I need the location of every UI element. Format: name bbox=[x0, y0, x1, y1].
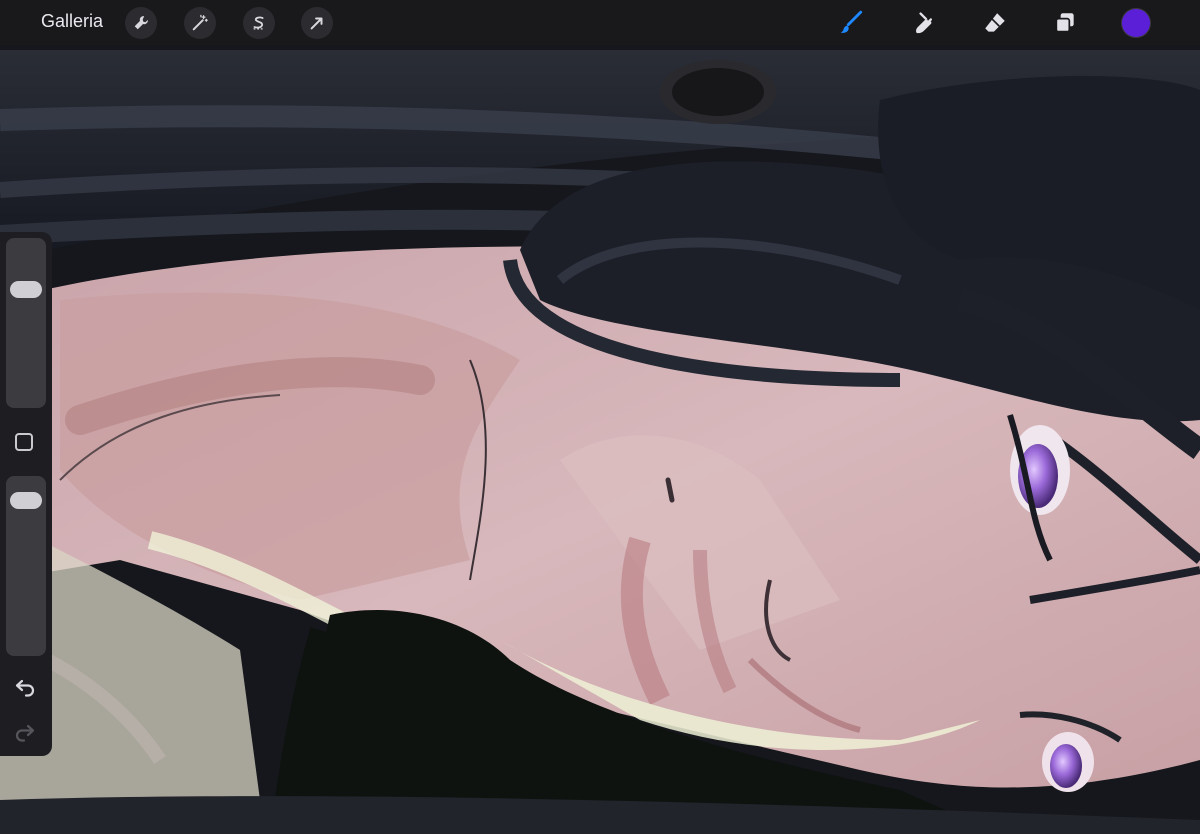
top-toolbar: Galleria bbox=[0, 0, 1200, 45]
selection-s-icon[interactable] bbox=[243, 7, 275, 39]
brush-size-knob[interactable] bbox=[10, 281, 42, 298]
gallery-button[interactable]: Galleria bbox=[41, 11, 103, 32]
drawing-canvas[interactable] bbox=[0, 45, 1200, 834]
smudge-finger-icon[interactable] bbox=[908, 8, 938, 38]
undo-icon[interactable] bbox=[12, 673, 38, 699]
magic-wand-icon[interactable] bbox=[184, 7, 216, 39]
current-color-swatch[interactable] bbox=[1122, 9, 1150, 37]
brush-icon[interactable] bbox=[836, 8, 866, 38]
opacity-knob[interactable] bbox=[10, 492, 42, 509]
brush-size-slider[interactable] bbox=[6, 238, 46, 408]
left-sidebar bbox=[0, 232, 52, 756]
opacity-slider[interactable] bbox=[6, 476, 46, 656]
redo-icon[interactable] bbox=[12, 718, 38, 744]
modify-square-icon[interactable] bbox=[15, 433, 33, 451]
layers-icon[interactable] bbox=[1050, 8, 1080, 38]
artwork-illustration bbox=[0, 45, 1200, 834]
arrow-cursor-icon[interactable] bbox=[301, 7, 333, 39]
eraser-icon[interactable] bbox=[980, 8, 1010, 38]
wrench-icon[interactable] bbox=[125, 7, 157, 39]
